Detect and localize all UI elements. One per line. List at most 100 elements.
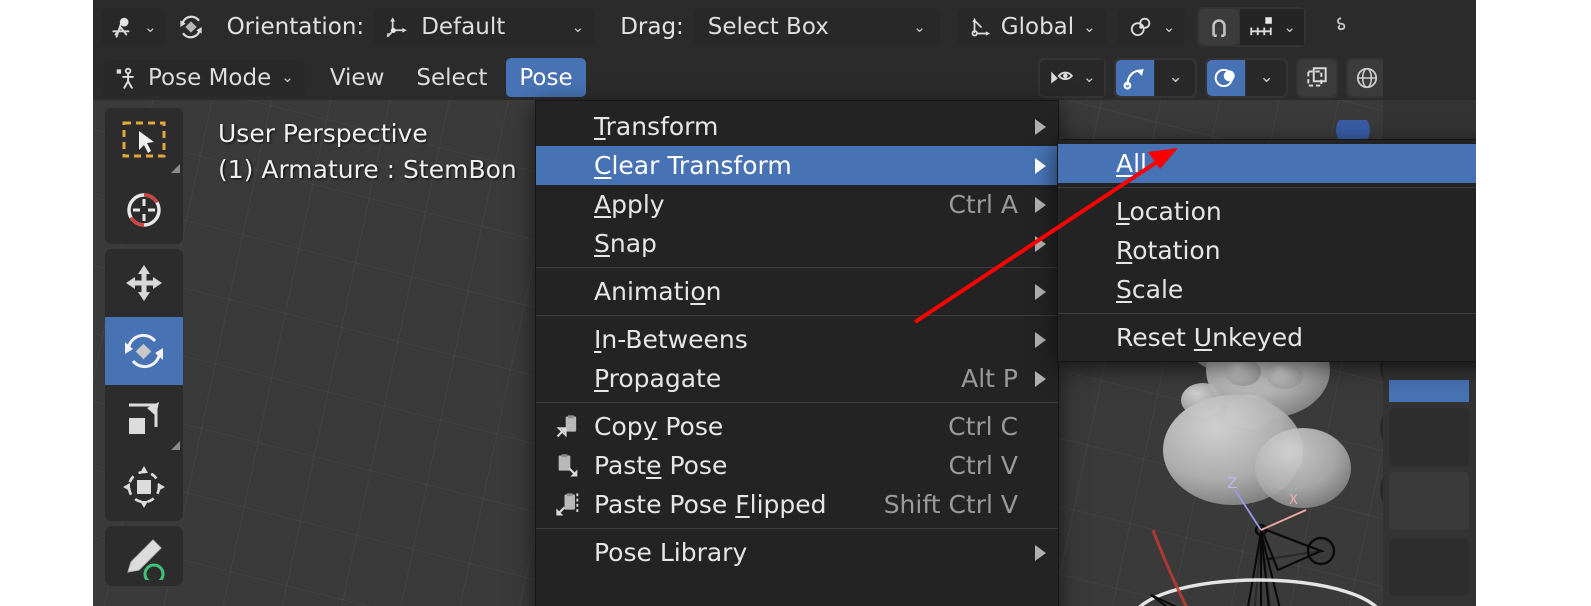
tweak-select-box-tool[interactable] [105, 108, 183, 176]
menu-separator [1058, 187, 1476, 188]
snap-chevron-down-icon[interactable]: ⌄ [144, 19, 157, 35]
menu-select[interactable]: Select [403, 58, 500, 97]
proportional-editing-group: ⌄ [1197, 7, 1306, 47]
orientation-value: Default [421, 14, 506, 40]
perspective-label: User Perspective [218, 119, 428, 148]
move-tool[interactable] [105, 249, 183, 317]
right-panel-highlight [1389, 380, 1469, 402]
drag-value: Select Box [707, 14, 829, 40]
annotate-tool[interactable] [105, 526, 183, 586]
tool-corner-indicator [171, 441, 180, 450]
magnet-icon [1206, 14, 1232, 40]
header-overflow-button[interactable] [1320, 8, 1358, 46]
wireframe-shading-button[interactable] [1347, 59, 1386, 96]
right-panel-block [1389, 472, 1469, 530]
menu-item-transform[interactable]: Transform [536, 107, 1058, 146]
gizmo-dropdown[interactable]: ⌄ [1154, 59, 1195, 96]
menu-item-label: Paste Pose Flipped [594, 490, 827, 519]
submenu-arrow-icon [1035, 283, 1046, 300]
orientation-chevron-down-icon[interactable]: ⌄ [572, 19, 585, 35]
mode-selector-dropdown[interactable]: Pose Mode ⌄ [103, 59, 305, 96]
visibility-chevron-down-icon[interactable]: ⌄ [1083, 70, 1096, 85]
mode-chevron-down-icon[interactable]: ⌄ [281, 70, 294, 85]
menu-item-label: Copy Pose [594, 412, 724, 441]
orientation-label: Orientation: [226, 14, 365, 40]
menu-item-propagate[interactable]: Propagate Alt P [536, 359, 1058, 398]
menu-item-in-betweens[interactable]: In-Betweens [536, 320, 1058, 359]
menu-item-shortcut: Ctrl A [948, 190, 1018, 219]
overflow-icon [1326, 14, 1352, 40]
overlays-chevron-down-icon[interactable]: ⌄ [1259, 69, 1273, 86]
proportional-chevron-down-icon[interactable]: ⌄ [1283, 19, 1296, 35]
rotate-tool[interactable] [105, 317, 183, 385]
proportional-falloff-icon [1248, 14, 1274, 40]
visibility-selectability-button[interactable]: ⌄ [1040, 59, 1104, 96]
clear-transform-submenu[interactable]: All Location Rotation Scale Reset Unkeyed [1057, 139, 1476, 362]
cursor-tool[interactable] [105, 176, 183, 244]
tool-corner-indicator [171, 164, 180, 173]
gizmo-group: ⌄ [1113, 57, 1197, 98]
right-panel-block [1389, 538, 1469, 596]
xray-toggle-icon [1304, 65, 1330, 91]
menu-item-label: Snap [594, 229, 657, 258]
pose-menu[interactable]: Transform Clear Transform Apply Ctrl A Snap A… [535, 100, 1059, 606]
menu-item-shortcut: Ctrl C [948, 412, 1018, 441]
menu-item-animation[interactable]: Animation [536, 272, 1058, 311]
orientation-dropdown[interactable]: Default ⌄ [374, 8, 595, 46]
menu-item-shortcut: Alt P [961, 364, 1018, 393]
submenu-arrow-icon [1035, 331, 1046, 348]
transform-pivot-dropdown[interactable]: Global ⌄ [957, 8, 1106, 46]
show-overlays-toggle[interactable] [1206, 59, 1245, 96]
menu-item-apply[interactable]: Apply Ctrl A [536, 185, 1058, 224]
overlays-dropdown[interactable]: ⌄ [1245, 59, 1286, 96]
menu-item-reset-unkeyed[interactable]: Reset Unkeyed [1058, 318, 1476, 357]
snap-toggle-button[interactable]: ⌄ [101, 8, 165, 46]
menu-item-snap[interactable]: Snap [536, 224, 1058, 263]
blender-window: ⌄ Orientation: Default ⌄ Drag: Select Bo… [93, 0, 1476, 606]
snapping-chevron-down-icon[interactable]: ⌄ [1163, 19, 1176, 35]
menu-pose[interactable]: Pose [506, 58, 586, 97]
right-panel-block [1389, 408, 1469, 466]
submenu-arrow-icon [1035, 157, 1046, 174]
menu-item-all[interactable]: All [1058, 144, 1476, 183]
drag-chevron-down-icon[interactable]: ⌄ [913, 19, 926, 35]
menu-separator [536, 402, 1058, 403]
submenu-arrow-icon [1035, 118, 1046, 135]
menu-item-copy-pose[interactable]: Copy Pose Ctrl C [536, 407, 1058, 446]
proportional-editing-button[interactable] [165, 8, 217, 46]
snapping-dropdown[interactable]: ⌄ [1117, 8, 1186, 46]
menu-view[interactable]: View [317, 58, 398, 97]
xray-group [1295, 57, 1338, 98]
bone-axis-x-label: X [1289, 493, 1298, 508]
menu-item-paste-pose-flipped[interactable]: Paste Pose Flipped Shift Ctrl V [536, 485, 1058, 524]
drag-dropdown[interactable]: Select Box ⌄ [693, 8, 940, 46]
wireframe-shading-icon [1354, 65, 1380, 91]
transform-tool[interactable] [105, 453, 183, 521]
show-overlays-icon [1213, 65, 1239, 91]
transform-pivot-chevron-down-icon[interactable]: ⌄ [1083, 19, 1096, 35]
scale-tool[interactable] [105, 385, 183, 453]
menu-item-label: Rotation [1116, 236, 1221, 265]
menu-item-location[interactable]: Location [1058, 192, 1476, 231]
menu-item-label: In-Betweens [594, 325, 748, 354]
menu-item-clear-transform[interactable]: Clear Transform [536, 146, 1058, 185]
magnet-icon-button[interactable] [1199, 9, 1240, 45]
submenu-arrow-icon [1035, 196, 1046, 213]
proportional-falloff-button[interactable]: ⌄ [1240, 9, 1304, 45]
submenu-arrow-icon [1035, 370, 1046, 387]
visibility-group: ⌄ [1038, 57, 1106, 98]
menu-item-label: Location [1116, 197, 1222, 226]
gizmo-chevron-down-icon[interactable]: ⌄ [1168, 69, 1182, 86]
menu-item-label: All [1116, 149, 1148, 178]
xray-toggle[interactable] [1297, 59, 1336, 96]
menu-item-label: Scale [1116, 275, 1184, 304]
show-gizmo-toggle[interactable] [1115, 59, 1154, 96]
menu-item-pose-library[interactable]: Pose Library [536, 533, 1058, 572]
menu-item-label: Reset Unkeyed [1116, 323, 1303, 352]
paste-pose-icon [554, 452, 582, 480]
pose-mode-icon [114, 65, 140, 91]
menu-item-rotation[interactable]: Rotation [1058, 231, 1476, 270]
viewport-info-text: User Perspective (1) Armature : StemBon [218, 116, 517, 188]
menu-item-scale[interactable]: Scale [1058, 270, 1476, 309]
menu-item-paste-pose[interactable]: Paste Pose Ctrl V [536, 446, 1058, 485]
